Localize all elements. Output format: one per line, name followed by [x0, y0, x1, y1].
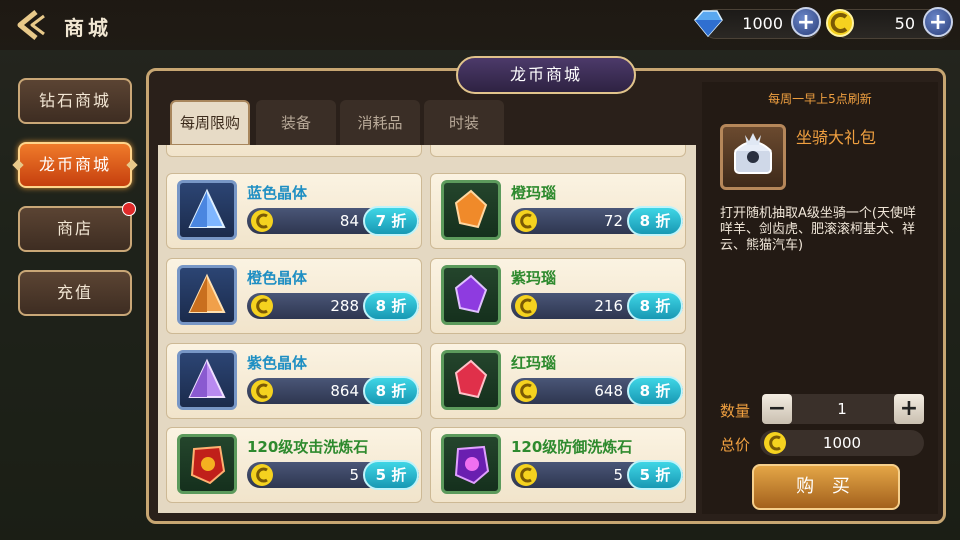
dragon-coin-icon: [826, 9, 854, 37]
item-name: 橙玛瑙: [511, 184, 557, 202]
mount-gift-pack-icon: [720, 124, 786, 190]
orange-crystal-icon: [177, 265, 237, 325]
quantity-value[interactable]: 1: [792, 400, 892, 418]
dragon-coin-icon: [515, 464, 537, 486]
sidebar-item-diamond-shop[interactable]: 钻石商城: [18, 78, 132, 124]
dragon-coin-icon: [251, 295, 273, 317]
tab-consumables[interactable]: 消耗品: [340, 100, 420, 146]
item-name: 120级防御洗炼石: [511, 438, 633, 456]
discount-badge: 8 折: [627, 376, 683, 406]
discount-badge: 8 折: [627, 206, 683, 236]
list-item[interactable]: 橙色晶体 288 8 折: [166, 258, 422, 334]
list-item[interactable]: [166, 145, 422, 157]
notification-dot: [122, 202, 136, 216]
add-coins-button[interactable]: +: [923, 7, 953, 37]
gem-count: 1000: [742, 14, 783, 33]
item-price: 72: [603, 212, 623, 230]
sidebar-item-label: 充值: [56, 283, 93, 302]
item-name: 紫色晶体: [247, 354, 308, 372]
item-description: 打开随机抽取A级坐骑一个(天使咩咩羊、剑齿虎、肥滚滚柯基犬、祥云、熊猫汽车): [720, 206, 916, 253]
list-item[interactable]: 120级防御洗炼石 5 5 折: [430, 427, 686, 503]
blue-crystal-icon: [177, 180, 237, 240]
purple-crystal-icon: [177, 350, 237, 410]
discount-badge: 5 折: [363, 460, 419, 490]
tab-equipment[interactable]: 装备: [256, 100, 336, 146]
item-price: 288: [330, 297, 359, 315]
page-title: 商城: [64, 16, 112, 40]
discount-badge: 5 折: [627, 460, 683, 490]
buy-button[interactable]: 购 买: [752, 464, 900, 510]
item-price: 5: [613, 466, 623, 484]
tab-weekly-limit[interactable]: 每周限购: [170, 100, 250, 146]
total-label: 总价: [720, 436, 751, 454]
discount-badge: 8 折: [363, 376, 419, 406]
sidebar-item-label: 钻石商城: [38, 91, 111, 110]
top-bar: 商城 1000 + 50 +: [0, 0, 960, 50]
item-price: 648: [594, 382, 623, 400]
list-item[interactable]: 紫玛瑙 216 8 折: [430, 258, 686, 334]
dragon-coin-icon: [251, 464, 273, 486]
list-item[interactable]: 橙玛瑙 72 8 折: [430, 173, 686, 249]
dragon-coin-icon: [764, 432, 786, 454]
tab-fashion[interactable]: 时装: [424, 100, 504, 146]
item-price: 216: [594, 297, 623, 315]
item-name: 120级攻击洗炼石: [247, 438, 369, 456]
back-arrow-icon[interactable]: [14, 10, 48, 40]
dragon-coin-icon: [251, 380, 273, 402]
add-gems-button[interactable]: +: [791, 7, 821, 37]
refresh-note: 每周一早上5点刷新: [768, 92, 872, 106]
selected-item-name: 坐骑大礼包: [796, 128, 877, 147]
item-name: 蓝色晶体: [247, 184, 308, 202]
purple-agate-icon: [441, 265, 501, 325]
list-item[interactable]: 蓝色晶体 84 7 折: [166, 173, 422, 249]
item-name: 橙色晶体: [247, 269, 308, 287]
quantity-label: 数量: [720, 402, 751, 420]
item-name: 紫玛瑙: [511, 269, 557, 287]
diamond-icon: [694, 10, 723, 38]
orange-agate-icon: [441, 180, 501, 240]
item-name: 红玛瑙: [511, 354, 557, 372]
dragon-coin-icon: [515, 380, 537, 402]
list-item[interactable]: [430, 145, 686, 157]
item-price: 864: [330, 382, 359, 400]
list-item[interactable]: 紫色晶体 864 8 折: [166, 343, 422, 419]
sidebar-item-recharge[interactable]: 充值: [18, 270, 132, 316]
dragon-coin-icon: [515, 210, 537, 232]
coin-count: 50: [894, 14, 915, 33]
increase-quantity-button[interactable]: +: [894, 394, 924, 424]
decrease-quantity-button[interactable]: −: [762, 394, 792, 424]
dragon-coin-icon: [251, 210, 273, 232]
panel-title: 龙币商城: [456, 56, 636, 94]
red-agate-icon: [441, 350, 501, 410]
sidebar-item-label: 龙币商城: [38, 155, 111, 174]
gem-balance: 1000 +: [694, 7, 821, 39]
discount-badge: 8 折: [363, 291, 419, 321]
defense-refine-stone-icon: [441, 434, 501, 494]
item-price: 84: [339, 212, 359, 230]
discount-badge: 8 折: [627, 291, 683, 321]
attack-refine-stone-icon: [177, 434, 237, 494]
item-list[interactable]: 蓝色晶体 84 7 折 橙玛瑙 72 8 折 橙色晶体 288 8 折 紫玛瑙 …: [158, 145, 696, 513]
list-item[interactable]: 红玛瑙 648 8 折: [430, 343, 686, 419]
sidebar-item-store[interactable]: 商店: [18, 202, 136, 252]
total-price: 1000: [822, 434, 862, 452]
sidebar-item-dragon-coin-shop[interactable]: 龙币商城: [12, 142, 138, 188]
item-price: 5: [349, 466, 359, 484]
coin-balance: 50 +: [826, 7, 953, 39]
discount-badge: 7 折: [363, 206, 419, 236]
dragon-coin-icon: [515, 295, 537, 317]
sidebar-item-label: 商店: [56, 219, 93, 238]
list-item[interactable]: 120级攻击洗炼石 5 5 折: [166, 427, 422, 503]
